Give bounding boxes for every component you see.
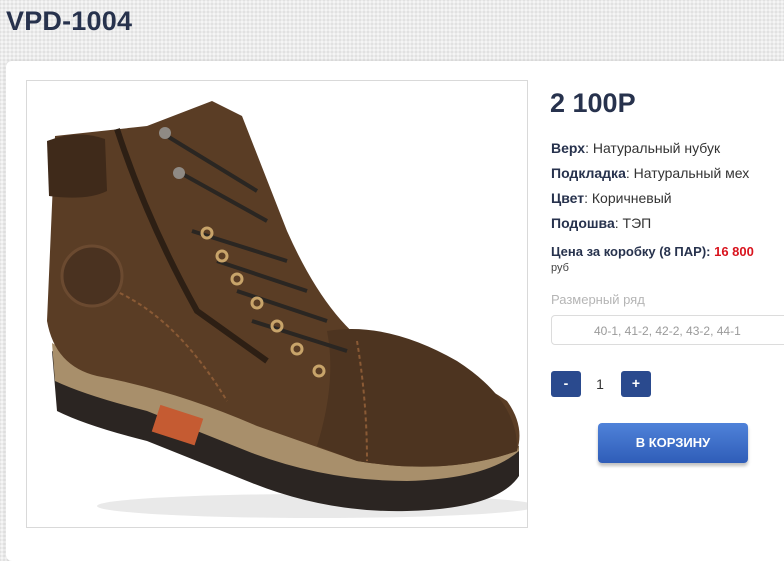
attribute-upper: Верх: Натуральный нубук <box>551 140 721 156</box>
attribute-color: Цвет: Коричневый <box>551 190 672 206</box>
product-price: 2 100Р <box>550 88 636 118</box>
boot-image <box>47 101 527 518</box>
attribute-value: ТЭП <box>622 215 652 231</box>
attribute-value: Натуральный мех <box>633 165 750 181</box>
box-price-value: 16 800 <box>714 244 754 259</box>
box-price-currency: руб <box>551 262 569 274</box>
attribute-label: Верх <box>551 140 586 156</box>
attribute-label: Подкладка <box>551 165 626 181</box>
quantity-input[interactable]: 1 <box>580 371 620 397</box>
attribute-sole: Подошва: ТЭП <box>551 215 652 231</box>
size-range-label: Размерный ряд <box>551 292 645 307</box>
quantity-decrease-button[interactable]: - <box>551 371 581 397</box>
page-title: VPD-1004 <box>6 6 133 36</box>
attribute-lining: Подкладка: Натуральный мех <box>551 165 750 181</box>
attribute-value: Натуральный нубук <box>592 140 721 156</box>
box-price-label: Цена за коробку (8 ПАР): <box>551 244 711 259</box>
add-to-cart-button[interactable]: В КОРЗИНУ <box>598 423 748 463</box>
size-range-select[interactable]: 40-1, 41-2, 42-2, 43-2, 44-1 <box>551 315 784 345</box>
product-image[interactable] <box>26 80 528 528</box>
attribute-label: Подошва <box>551 215 615 231</box>
attribute-value: Коричневый <box>591 190 672 206</box>
box-price: Цена за коробку (8 ПАР): 16 800 <box>551 244 754 259</box>
attribute-label: Цвет <box>551 190 585 206</box>
quantity-increase-button[interactable]: + <box>621 371 651 397</box>
